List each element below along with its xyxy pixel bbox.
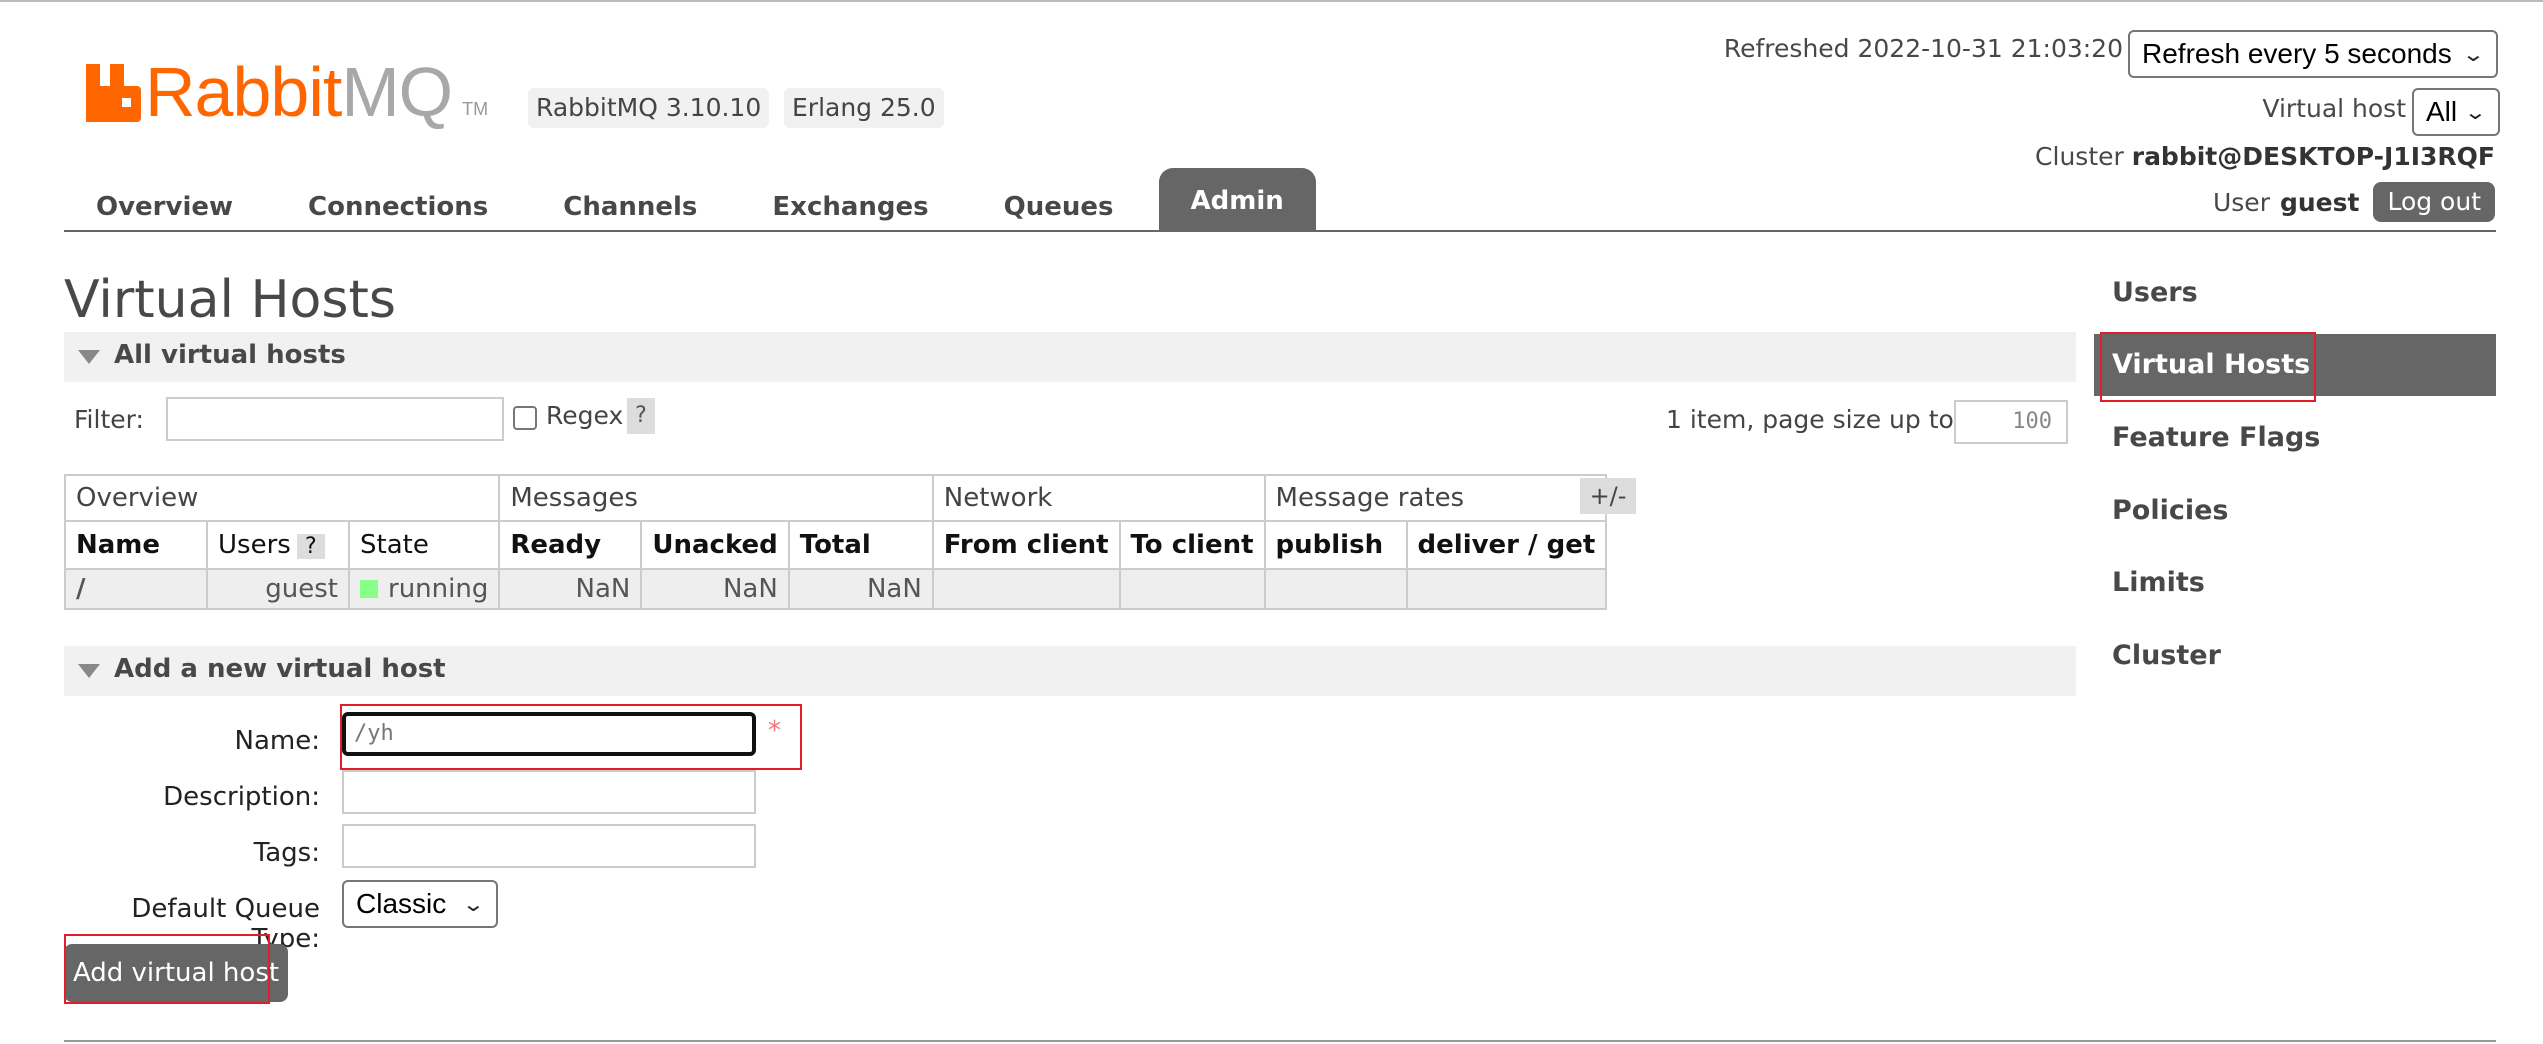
- tab-exchanges[interactable]: Exchanges: [740, 182, 960, 232]
- bottom-divider: [64, 1040, 2496, 1042]
- vhost-description-label: Description:: [163, 782, 320, 812]
- main-nav-tabs: Overview Connections Channels Exchanges …: [64, 166, 1327, 232]
- page-title: Virtual Hosts: [64, 270, 396, 330]
- column-header-to-client[interactable]: To client: [1118, 520, 1266, 570]
- tab-admin[interactable]: Admin: [1158, 168, 1316, 232]
- column-header-ready[interactable]: Ready: [498, 520, 643, 570]
- logo-trademark: TM: [462, 99, 489, 119]
- column-header-users-label: Users: [218, 530, 291, 560]
- pagination-info: 1 item, page size up to: [1666, 405, 1954, 434]
- refresh-interval-select[interactable]: Refresh every 5 seconds ⌄: [2128, 30, 2498, 78]
- toggle-columns-button[interactable]: +/-: [1580, 478, 1636, 514]
- default-queue-type-select[interactable]: Classic ⌄: [342, 880, 498, 928]
- vhost-name-link[interactable]: /: [64, 568, 208, 610]
- top-border: [0, 0, 2543, 2]
- vhost-total-cell: NaN: [787, 568, 934, 610]
- user-name: guest: [2279, 187, 2360, 217]
- vhost-tags-input[interactable]: [342, 824, 756, 868]
- rabbitmq-logo-icon: [86, 64, 141, 122]
- virtual-host-label: Virtual host: [2262, 94, 2406, 123]
- vhost-name-label: Name:: [234, 726, 320, 756]
- column-group-network: Network: [931, 474, 1266, 522]
- add-vhost-section-title: Add a new virtual host: [114, 654, 446, 684]
- filter-input[interactable]: [166, 397, 504, 441]
- sidebar-item-users[interactable]: Users: [2094, 262, 2496, 324]
- user-info: User guest Log out: [2213, 182, 2495, 222]
- chevron-down-icon: ⌄: [2463, 101, 2488, 124]
- vhost-deliver-get-cell: [1405, 568, 1608, 610]
- refreshed-timestamp: Refreshed 2022-10-31 21:03:20: [1723, 34, 2123, 63]
- vhost-state-text: running: [388, 574, 489, 604]
- sidebar-item-virtual-hosts[interactable]: Virtual Hosts: [2094, 334, 2496, 396]
- sidebar-item-policies[interactable]: Policies: [2094, 480, 2496, 542]
- logo-text-rabbit: Rabbit: [145, 53, 342, 131]
- table-row[interactable]: / guest running NaN NaN NaN: [64, 568, 1608, 610]
- tab-queues[interactable]: Queues: [972, 182, 1146, 232]
- vhost-tags-label: Tags:: [253, 838, 320, 868]
- logout-button[interactable]: Log out: [2373, 182, 2495, 222]
- chevron-down-icon: ⌄: [461, 893, 486, 916]
- vhosts-table: Overview Messages Network Message rates …: [63, 474, 1608, 610]
- vhost-state-cell: running: [347, 568, 501, 610]
- virtual-host-select[interactable]: All ⌄: [2412, 88, 2500, 136]
- column-header-deliver-get[interactable]: deliver / get: [1405, 520, 1608, 570]
- column-header-from-client[interactable]: From client: [931, 520, 1121, 570]
- column-group-overview: Overview: [63, 474, 501, 522]
- vhost-users-cell: guest: [206, 568, 350, 610]
- logo-text-mq: MQ: [341, 53, 453, 131]
- rabbitmq-version-badge: RabbitMQ 3.10.10: [528, 88, 770, 128]
- default-queue-type-value: Classic: [356, 888, 447, 919]
- regex-checkbox[interactable]: [513, 406, 537, 430]
- column-header-state[interactable]: State: [347, 520, 501, 570]
- column-group-messages: Messages: [498, 474, 934, 522]
- sidebar-item-limits[interactable]: Limits: [2094, 552, 2496, 614]
- filter-label: Filter:: [74, 405, 144, 434]
- users-help-button[interactable]: ?: [296, 534, 325, 559]
- vhost-to-client-cell: [1118, 568, 1266, 610]
- chevron-down-icon: ⌄: [2461, 43, 2486, 66]
- column-header-unacked[interactable]: Unacked: [640, 520, 790, 570]
- erlang-version-badge: Erlang 25.0: [784, 88, 944, 128]
- column-group-message-rates: Message rates: [1263, 474, 1608, 522]
- cluster-label: Cluster: [2035, 142, 2124, 171]
- vhost-from-client-cell: [931, 568, 1121, 610]
- required-marker: *: [768, 716, 781, 746]
- vhost-publish-cell: [1263, 568, 1408, 610]
- add-virtual-host-button[interactable]: Add virtual host: [64, 944, 288, 1002]
- add-vhost-section-toggle[interactable]: Add a new virtual host: [64, 646, 2076, 696]
- tab-channels[interactable]: Channels: [531, 182, 729, 232]
- vhost-ready-cell: NaN: [498, 568, 643, 610]
- regex-label: Regex: [546, 401, 624, 430]
- tab-connections[interactable]: Connections: [276, 182, 520, 232]
- regex-help-button[interactable]: ?: [627, 398, 655, 434]
- user-label: User: [2212, 187, 2270, 217]
- column-header-users[interactable]: Users?: [206, 520, 350, 570]
- sidebar-item-feature-flags[interactable]: Feature Flags: [2094, 407, 2496, 469]
- column-header-publish[interactable]: publish: [1263, 520, 1408, 570]
- all-vhosts-section-title: All virtual hosts: [114, 340, 346, 370]
- virtual-host-select-value: All: [2426, 96, 2458, 127]
- vhost-description-input[interactable]: [342, 770, 756, 814]
- collapse-triangle-icon: [78, 664, 100, 678]
- page-size-input[interactable]: 100: [1954, 400, 2068, 444]
- vhost-name-input[interactable]: /yh: [342, 712, 756, 756]
- running-status-icon: [360, 580, 378, 598]
- column-header-name[interactable]: Name: [64, 520, 208, 570]
- vhost-unacked-cell: NaN: [640, 568, 790, 610]
- tab-overview[interactable]: Overview: [64, 182, 265, 232]
- rabbitmq-logo[interactable]: Rabbit MQ TM: [86, 53, 489, 131]
- all-vhosts-section-toggle[interactable]: All virtual hosts: [64, 332, 2076, 382]
- cluster-info: Cluster rabbit@DESKTOP-J1I3RQF: [2035, 142, 2495, 171]
- column-header-total[interactable]: Total: [787, 520, 934, 570]
- sidebar-item-cluster[interactable]: Cluster: [2094, 625, 2496, 687]
- nav-divider: [64, 230, 2496, 232]
- collapse-triangle-icon: [78, 350, 100, 364]
- cluster-name: rabbit@DESKTOP-J1I3RQF: [2131, 142, 2495, 171]
- refresh-interval-value: Refresh every 5 seconds: [2142, 38, 2452, 69]
